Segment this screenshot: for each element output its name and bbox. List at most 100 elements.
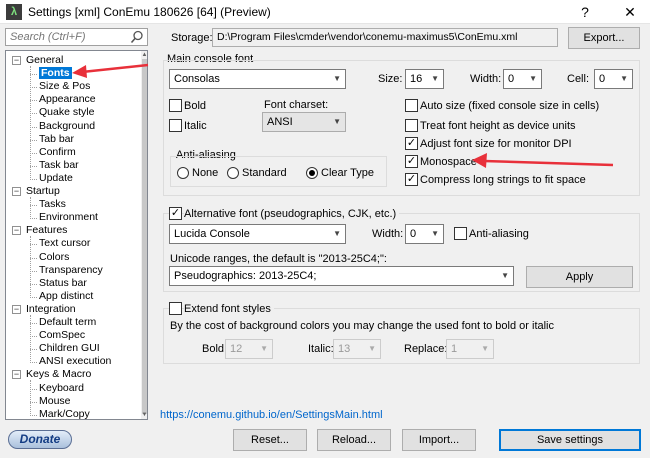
extend-replace-value: 1 <box>451 343 458 355</box>
extend-checkbox[interactable] <box>169 302 182 315</box>
tree-group-item[interactable]: Integration <box>26 303 76 316</box>
collapse-icon[interactable]: − <box>12 226 21 236</box>
charset-combo[interactable]: ANSI ▼ <box>262 112 346 132</box>
tree-scrollbar[interactable]: ▲ ▼ <box>141 51 147 419</box>
tree-item[interactable]: Colors <box>39 251 69 264</box>
tree-item-label: Features <box>26 224 68 237</box>
import-button[interactable]: Import... <box>402 429 476 451</box>
tree-item[interactable]: Quake style <box>39 106 94 119</box>
tree-item[interactable]: Status bar <box>39 277 87 290</box>
apply-button[interactable]: Apply <box>526 266 633 288</box>
tree-item[interactable]: Keyboard <box>39 382 84 395</box>
italic-checkbox[interactable] <box>169 119 182 132</box>
close-button[interactable]: ✕ <box>615 0 645 24</box>
monospace-label: Monospace <box>420 156 477 168</box>
aa-none-radio[interactable] <box>177 167 189 179</box>
aa-cleartype-radio[interactable] <box>306 167 318 179</box>
alt-anti-aliasing-checkbox[interactable] <box>454 227 467 240</box>
search-box[interactable] <box>5 28 148 46</box>
tree-item[interactable]: Mark/Copy <box>39 407 90 420</box>
main-font-combo[interactable]: Consolas ▼ <box>169 69 346 89</box>
compress-checkbox[interactable]: ✓ <box>405 173 418 186</box>
tree-group-item[interactable]: General <box>26 54 63 67</box>
reload-button[interactable]: Reload... <box>317 429 391 451</box>
tree-item-label: Background <box>39 119 96 132</box>
tree-item[interactable]: ComSpec <box>39 329 85 342</box>
scrollbar-thumb[interactable] <box>142 59 147 414</box>
tree-connector <box>30 236 31 298</box>
alt-width-combo[interactable]: 0 ▼ <box>405 224 444 244</box>
collapse-icon[interactable]: − <box>12 304 21 314</box>
alt-font-checkbox[interactable]: ✓ <box>169 207 182 220</box>
aa-standard-radio[interactable] <box>227 167 239 179</box>
donate-button[interactable]: Donate <box>8 430 72 449</box>
tree-group-item[interactable]: Startup <box>26 185 60 198</box>
tree-item[interactable]: Confirm <box>39 146 76 159</box>
treat-height-checkbox[interactable] <box>405 119 418 132</box>
tree-item[interactable]: Tasks <box>39 198 66 211</box>
size-value: 16 <box>410 73 423 85</box>
alt-width-value: 0 <box>410 228 417 240</box>
extend-replace-combo[interactable]: 1 ▼ <box>446 339 494 359</box>
tree-item-label: Mark/Copy <box>39 407 90 420</box>
adjust-dpi-checkbox[interactable]: ✓ <box>405 137 418 150</box>
scroll-down-icon[interactable]: ▼ <box>141 411 147 419</box>
tree-item[interactable]: ANSI execution <box>39 355 111 368</box>
tree-connector <box>30 165 37 167</box>
tree-item[interactable]: Children GUI <box>39 342 100 355</box>
tree-item[interactable]: Environment <box>39 211 98 224</box>
cell-combo[interactable]: 0 ▼ <box>594 69 633 89</box>
settings-help-link[interactable]: https://conemu.github.io/en/SettingsMain… <box>160 409 383 421</box>
auto-size-checkbox[interactable] <box>405 99 418 112</box>
tree-connector <box>30 139 37 141</box>
tree-item[interactable]: Task bar <box>39 159 79 172</box>
chevron-down-icon: ▼ <box>368 344 376 353</box>
tree-group-item[interactable]: Features <box>26 224 67 237</box>
storage-path-field[interactable]: D:\Program Files\cmder\vendor\conemu-max… <box>212 28 558 47</box>
tree-item-label: Tasks <box>39 198 66 211</box>
unicode-ranges-combo[interactable]: Pseudographics: 2013-25C4; ▼ <box>169 266 514 286</box>
tree-connector <box>30 349 37 351</box>
tree-connector <box>30 283 37 285</box>
collapse-icon[interactable]: − <box>12 56 21 65</box>
tree-item-label: Integration <box>26 302 76 315</box>
tree-item[interactable]: Appearance <box>39 93 96 106</box>
search-icon[interactable] <box>130 30 144 44</box>
tree-item[interactable]: Size & Pos <box>39 80 90 93</box>
reset-button[interactable]: Reset... <box>233 429 307 451</box>
search-input[interactable] <box>6 29 124 45</box>
tree-item[interactable]: Default term <box>39 316 96 329</box>
extend-bold-combo[interactable]: 12 ▼ <box>225 339 273 359</box>
tree-item-label: Status bar <box>39 276 87 289</box>
tree-item-label: App distinct <box>39 289 94 302</box>
window-title: Settings [xml] ConEmu 180626 [64] (Previ… <box>28 5 271 19</box>
alt-font-combo[interactable]: Lucida Console ▼ <box>169 224 346 244</box>
help-button[interactable]: ? <box>570 0 600 24</box>
export-button[interactable]: Export... <box>568 27 640 49</box>
tree-item-label: ComSpec <box>39 329 86 342</box>
extend-italic-combo[interactable]: 13 ▼ <box>333 339 381 359</box>
tree-item[interactable]: Background <box>39 120 95 133</box>
extend-replace-label: Replace: <box>404 343 448 355</box>
monospace-checkbox[interactable]: ✓ <box>405 155 418 168</box>
tree-item-label: Keyboard <box>39 381 84 394</box>
chevron-down-icon: ▼ <box>529 74 537 83</box>
tree-item[interactable]: Fonts <box>39 67 72 80</box>
size-combo[interactable]: 16 ▼ <box>405 69 444 89</box>
extend-italic-label: Italic: <box>308 343 334 355</box>
collapse-icon[interactable]: − <box>12 370 21 380</box>
collapse-icon[interactable]: − <box>12 187 21 196</box>
tree-item[interactable]: Mouse <box>39 395 71 408</box>
tree-connector <box>30 314 31 364</box>
tree-item[interactable]: Update <box>39 172 73 185</box>
bold-checkbox[interactable] <box>169 99 182 112</box>
width-combo[interactable]: 0 ▼ <box>503 69 542 89</box>
scroll-up-icon[interactable]: ▲ <box>141 51 147 59</box>
tree-item[interactable]: Tab bar <box>39 133 74 146</box>
tree-item[interactable]: Text cursor <box>39 237 90 250</box>
tree-item[interactable]: App distinct <box>39 290 93 303</box>
save-settings-button[interactable]: Save settings <box>499 429 641 451</box>
settings-tree[interactable]: ▲ ▼ General − Fonts Size & Pos Appearance Qua… <box>5 50 148 420</box>
tree-item[interactable]: Transparency <box>39 264 103 277</box>
tree-group-item[interactable]: Keys & Macro <box>26 368 91 381</box>
